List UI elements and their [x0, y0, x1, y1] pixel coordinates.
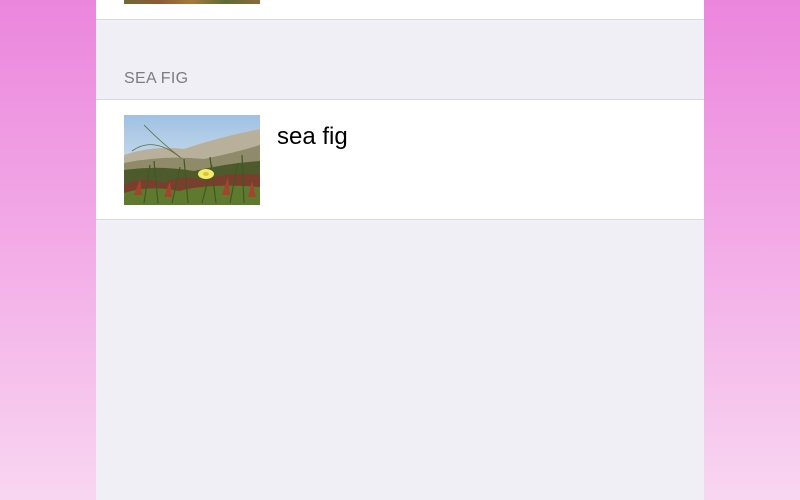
- sea-fig-thumbnail: [124, 115, 260, 205]
- list-item-title: sea fig: [277, 123, 348, 150]
- section-header: SEA FIG: [124, 70, 189, 87]
- list-item[interactable]: sea fig: [96, 99, 704, 220]
- table-view[interactable]: SEA FIG sea fig: [96, 0, 704, 500]
- previous-list-item[interactable]: [96, 0, 704, 20]
- previous-item-thumbnail: [124, 0, 260, 4]
